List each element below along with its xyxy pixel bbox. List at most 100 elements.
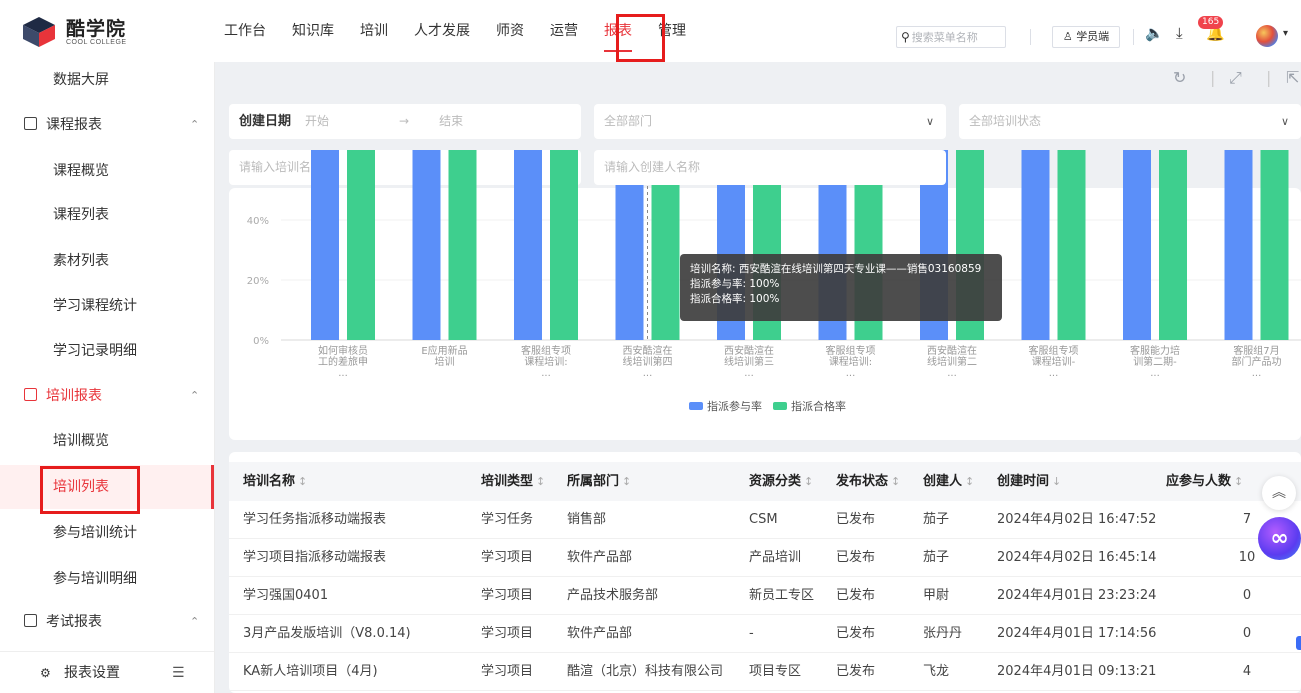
side-tab[interactable] xyxy=(1296,636,1301,650)
sidebar-item-data-screen[interactable]: 数据大屏 xyxy=(0,58,214,102)
sidebar-item-learning-records[interactable]: 学习记录明细 xyxy=(0,329,214,373)
ai-assistant-button[interactable]: ∞ xyxy=(1258,517,1301,560)
column-header-created-time[interactable]: 创建时间 ↓ xyxy=(997,462,1061,501)
created-date-filter[interactable]: 创建日期 开始 → 结束 xyxy=(229,104,581,139)
bar-participation-8[interactable] xyxy=(1123,150,1151,340)
x-tick-label: 课程培训: xyxy=(524,355,567,368)
notification-badge: 165 xyxy=(1198,16,1224,29)
x-tick-label: 西安酷渲在 xyxy=(623,344,673,357)
cell-creator: 甲尉 xyxy=(923,588,950,603)
date-end-input[interactable]: 结束 xyxy=(439,114,463,128)
sidebar-group-exam-reports[interactable]: 考试报表 ⌃ xyxy=(0,600,214,644)
cell-name: 学习项目指派移动端报表 xyxy=(243,550,387,565)
nav-training[interactable]: 培训 xyxy=(360,0,388,62)
x-tick-label: E应用新品 xyxy=(421,344,467,357)
sidebar-item-training-overview[interactable]: 培训概览 xyxy=(0,419,214,463)
collapse-menu-icon[interactable]: ☰ xyxy=(172,652,185,693)
cell-creator: 茄子 xyxy=(923,550,950,565)
x-tick-label: 部门产品功 xyxy=(1232,355,1282,368)
legend-label[interactable]: 指派参与率 xyxy=(707,399,762,413)
column-header-name[interactable]: 培训名称 ↕ xyxy=(243,462,307,501)
cell-category: - xyxy=(749,626,754,641)
nav-teachers[interactable]: 师资 xyxy=(496,0,524,62)
table-row[interactable]: 3月产品发版培训（V8.0.14) 学习项目 软件产品部 - 已发布 张丹丹 2024年4月… xyxy=(229,615,1301,653)
expand-icon[interactable]: ⤢ xyxy=(1229,68,1242,88)
sidebar-item-learning-stats[interactable]: 学习课程统计 xyxy=(0,284,214,328)
x-tick-label: ... xyxy=(1150,368,1160,379)
download-icon[interactable]: ⤓ xyxy=(1176,24,1183,42)
cell-department: 软件产品部 xyxy=(567,550,633,565)
chevron-down-icon: ∨ xyxy=(925,115,934,128)
sidebar-group-course-reports[interactable]: 课程报表 ⌃ xyxy=(0,103,214,147)
creator-name-input[interactable]: 请输入创建人名称 xyxy=(594,150,946,185)
x-tick-label: 培训 xyxy=(435,355,455,368)
date-start-input[interactable]: 开始 xyxy=(305,114,329,128)
sidebar-group-training-reports[interactable]: 培训报表 ⌃ xyxy=(0,374,214,418)
student-side-button[interactable]: ♙ 学员端 xyxy=(1052,26,1120,48)
nav-talent[interactable]: 人才发展 xyxy=(414,0,470,62)
table-row[interactable]: 学习任务指派移动端报表 学习任务 销售部 CSM 已发布 茄子 2024年4月02日 16:… xyxy=(229,501,1301,539)
bar-participation-9[interactable] xyxy=(1224,150,1253,340)
column-header-category[interactable]: 资源分类 ↕ xyxy=(749,462,813,501)
x-tick-label: 西安酷渲在 xyxy=(724,344,774,357)
report-icon xyxy=(24,614,37,627)
scroll-top-button[interactable]: ︽ xyxy=(1262,476,1296,510)
table-row[interactable]: 学习项目指派移动端报表 学习项目 软件产品部 产品培训 已发布 茄子 2024年4月02日 … xyxy=(229,539,1301,577)
x-tick-label: 训第二期- xyxy=(1133,355,1177,368)
avatar[interactable] xyxy=(1256,25,1278,47)
sidebar-item-course-list[interactable]: 课程列表 xyxy=(0,193,214,237)
nav-workbench[interactable]: 工作台 xyxy=(224,0,266,62)
nav-operations[interactable]: 运营 xyxy=(550,0,578,62)
cell-created-time: 2024年4月02日 16:45:14 xyxy=(997,550,1157,565)
chevron-up-icon: ⌃ xyxy=(190,389,200,402)
department-select[interactable]: 全部部门 ∨ xyxy=(594,104,946,139)
table-row[interactable]: 学习强国0401 学习项目 产品技术服务部 新员工专区 已发布 甲尉 2024年4月01日 … xyxy=(229,577,1301,615)
column-header-creator[interactable]: 创建人 ↕ xyxy=(923,462,974,501)
bar-pass-2[interactable] xyxy=(550,150,578,340)
bar-participation-7[interactable] xyxy=(1021,150,1050,340)
chevron-down-icon: ∨ xyxy=(1280,115,1289,128)
bar-pass-1[interactable] xyxy=(448,150,477,340)
column-header-expected-count[interactable]: 应参与人数 ↕ xyxy=(1166,462,1243,501)
chevron-up-icon: ⌃ xyxy=(190,615,200,628)
menu-search-input[interactable]: ⚲ 搜索菜单名称 xyxy=(896,26,1006,48)
bar-pass-8[interactable] xyxy=(1159,150,1187,340)
cell-category: 产品培训 xyxy=(749,550,802,565)
sidebar-item-training-details[interactable]: 参与培训明细 xyxy=(0,557,214,601)
refresh-icon[interactable]: ↻ xyxy=(1173,68,1186,87)
column-header-status[interactable]: 发布状态 ↕ xyxy=(836,462,900,501)
legend-label[interactable]: 指派合格率 xyxy=(791,399,846,413)
column-header-type[interactable]: 培训类型 ↕ xyxy=(481,462,545,501)
speaker-icon[interactable]: 🔈 xyxy=(1145,24,1164,42)
nav-knowledge[interactable]: 知识库 xyxy=(292,0,334,62)
sidebar-item-material-list[interactable]: 素材列表 xyxy=(0,239,214,283)
bar-pass-7[interactable] xyxy=(1057,150,1086,340)
x-tick-label: ... xyxy=(947,368,957,379)
sidebar-item-course-overview[interactable]: 课程概览 xyxy=(0,149,214,193)
bar-participation-1[interactable] xyxy=(412,150,441,340)
cell-type: 学习项目 xyxy=(481,664,534,679)
sidebar-item-training-stats[interactable]: 参与培训统计 xyxy=(0,511,214,555)
cell-expected-count: 0 xyxy=(1242,588,1252,603)
bar-participation-0[interactable] xyxy=(311,150,339,340)
cell-type: 学习项目 xyxy=(481,626,534,641)
table-row[interactable]: KA新人培训项目（4月) 学习项目 酷渲（北京）科技有限公司 项目专区 已发布 飞龙 202… xyxy=(229,653,1301,691)
status-select[interactable]: 全部培训状态 ∨ xyxy=(959,104,1301,139)
export-icon[interactable]: ⇱ xyxy=(1286,68,1299,87)
cell-department: 产品技术服务部 xyxy=(567,588,659,603)
x-tick-label: 西安酷渲在 xyxy=(927,344,977,357)
logo[interactable]: 酷学院 COOL COLLEGE xyxy=(22,16,127,48)
x-tick-label: ... xyxy=(643,368,653,379)
bar-participation-2[interactable] xyxy=(514,150,542,340)
y-tick-label: 40% xyxy=(247,216,269,227)
search-icon: ⚲ xyxy=(901,30,910,44)
cell-created-time: 2024年4月01日 17:14:56 xyxy=(997,626,1157,641)
report-settings-button[interactable]: ⚙ 报表设置 ☰ xyxy=(0,651,214,693)
x-tick-label: ... xyxy=(1049,368,1059,379)
column-header-department[interactable]: 所属部门 ↕ xyxy=(567,462,631,501)
bar-pass-9[interactable] xyxy=(1260,150,1289,340)
bar-pass-0[interactable] xyxy=(347,150,375,340)
chevron-down-icon[interactable]: ▾ xyxy=(1283,28,1288,39)
cell-expected-count: 7 xyxy=(1242,512,1252,527)
x-tick-label: 课程培训- xyxy=(1032,355,1076,368)
